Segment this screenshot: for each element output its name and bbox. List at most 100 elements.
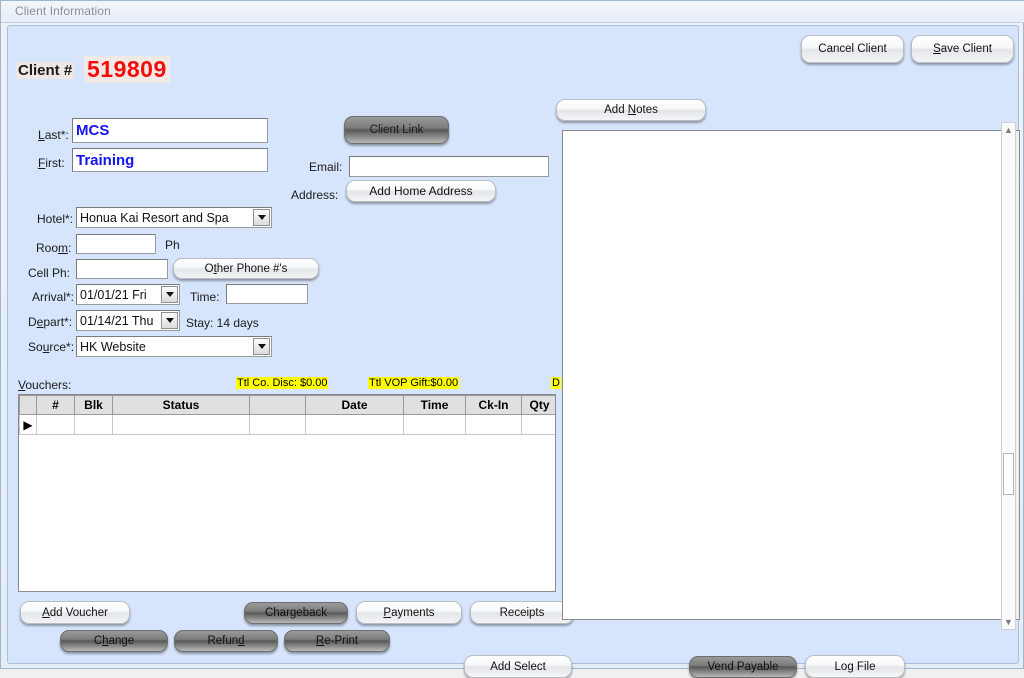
client-information-window: Client Information Client # 519809 Cance… (0, 0, 1024, 678)
hotel-value: Honua Kai Resort and Spa (80, 210, 229, 225)
ph-label: Ph (165, 238, 180, 252)
room-label: Room: (36, 241, 72, 255)
client-number-label: Client # (16, 62, 75, 79)
hotel-label: Hotel*: (37, 212, 74, 226)
email-input[interactable] (349, 156, 549, 177)
page-scroll-up-icon[interactable]: ▲ (1002, 123, 1015, 137)
cell-time[interactable] (403, 414, 466, 435)
log-file-button[interactable]: Log File (805, 655, 905, 678)
vend-payable-button[interactable]: Vend Payable (689, 656, 797, 678)
col-time[interactable]: Time (403, 395, 466, 415)
depart-date-select[interactable]: 01/14/21 Thu (76, 310, 180, 331)
add-voucher-button[interactable]: Add Voucher (20, 601, 130, 624)
client-link-button[interactable]: Client Link (344, 116, 449, 144)
change-button[interactable]: Change (60, 630, 168, 652)
total-co-disc: Ttl Co. Disc: $0.00 (236, 377, 329, 389)
cell-blk[interactable] (74, 414, 113, 435)
table-header-row: # Blk Status Date Time Ck-In Qty (19, 395, 555, 415)
row-marker-icon: ▶ (19, 414, 37, 435)
col-blank[interactable] (249, 395, 306, 415)
hotel-select[interactable]: Honua Kai Resort and Spa (76, 207, 272, 228)
window-titlebar: Client Information (1, 1, 1024, 23)
other-phone-button[interactable]: Other Phone #'s (173, 258, 319, 279)
page-scroll-down-icon[interactable]: ▼ (1002, 615, 1015, 629)
vouchers-table: # Blk Status Date Time Ck-In Qty ▶ (19, 395, 555, 435)
last-name-input[interactable] (72, 118, 268, 143)
client-form-panel: Client # 519809 Cancel Client Save Clien… (7, 25, 1020, 678)
table-row[interactable]: ▶ (19, 414, 555, 435)
change-label: Change (93, 635, 135, 647)
arrival-date-select[interactable]: 01/01/21 Fri (76, 284, 180, 305)
time-label: Time: (190, 290, 220, 304)
chevron-down-icon[interactable] (161, 286, 178, 303)
chargeback-button[interactable]: Chargeback (244, 602, 348, 624)
cell-date[interactable] (305, 414, 404, 435)
page-scrollbar[interactable]: ▲ ▼ (1001, 122, 1016, 630)
receipts-button[interactable]: Receipts (470, 601, 574, 624)
add-select-label: Add Select (490, 660, 546, 673)
reprint-button[interactable]: Re-Print (284, 630, 390, 652)
add-voucher-label: Add Voucher (42, 606, 108, 619)
col-qty[interactable]: Qty (521, 395, 555, 415)
last-name-label: Last*: (38, 128, 69, 142)
add-home-address-button[interactable]: Add Home Address (346, 180, 496, 202)
room-input[interactable] (76, 234, 156, 254)
first-name-label: First: (38, 156, 65, 170)
time-input[interactable] (226, 284, 308, 304)
address-label: Address: (291, 188, 339, 202)
client-link-label: Client Link (369, 124, 424, 136)
refund-label: Refund (207, 635, 245, 647)
stay-duration-text: Stay: 14 days (186, 316, 259, 330)
depart-date-value: 01/14/21 Thu (80, 313, 154, 328)
save-client-label: Save Client (933, 43, 992, 55)
receipts-label: Receipts (499, 606, 545, 619)
cell-blank[interactable] (249, 414, 306, 435)
other-phone-label: Other Phone #'s (204, 262, 288, 275)
cell-status[interactable] (112, 414, 250, 435)
vouchers-label: Vouchers: (18, 378, 72, 392)
email-label: Email: (309, 160, 343, 174)
first-name-input[interactable] (72, 148, 268, 172)
add-notes-label: Add Notes (604, 104, 658, 116)
total-third-clipped: D (551, 377, 561, 389)
source-label: Source*: (28, 340, 75, 354)
save-client-button[interactable]: Save Client (911, 35, 1014, 63)
window-title: Client Information (15, 4, 111, 18)
chevron-down-icon[interactable] (161, 312, 178, 329)
arrival-label: Arrival*: (32, 290, 75, 304)
total-vop-gift: Ttl VOP Gift:$0.00 (368, 377, 460, 389)
depart-label: Depart*: (28, 315, 73, 329)
notes-panel[interactable]: ▲ ▼ (562, 130, 1020, 620)
payments-button[interactable]: Payments (356, 601, 462, 624)
refund-button[interactable]: Refund (174, 630, 278, 652)
col-status[interactable]: Status (112, 395, 250, 415)
source-select[interactable]: HK Website (76, 336, 272, 357)
cell-qty[interactable] (521, 414, 555, 435)
col-blk[interactable]: Blk (74, 395, 113, 415)
col-ckin[interactable]: Ck-In (465, 395, 522, 415)
add-select-button[interactable]: Add Select (464, 655, 572, 678)
cell-phone-input[interactable] (76, 259, 168, 279)
cancel-client-button[interactable]: Cancel Client (801, 35, 904, 63)
vend-payable-label: Vend Payable (707, 661, 779, 673)
chevron-down-icon[interactable] (253, 209, 270, 226)
cell-ckin[interactable] (465, 414, 522, 435)
col-date[interactable]: Date (305, 395, 404, 415)
page-scroll-thumb[interactable] (1003, 453, 1014, 495)
notes-textarea[interactable] (563, 131, 1002, 619)
client-number-value: 519809 (84, 56, 170, 83)
add-notes-button[interactable]: Add Notes (556, 99, 706, 121)
chevron-down-icon[interactable] (253, 338, 270, 355)
vouchers-grid[interactable]: # Blk Status Date Time Ck-In Qty ▶ (18, 394, 556, 592)
col-num[interactable]: # (36, 395, 75, 415)
log-file-label: Log File (834, 660, 876, 673)
arrival-date-value: 01/01/21 Fri (80, 287, 147, 302)
add-home-address-label: Add Home Address (369, 184, 473, 198)
col-marker (19, 395, 37, 415)
cancel-client-label: Cancel Client (818, 43, 887, 55)
chargeback-label: Chargeback (264, 607, 327, 619)
cell-phone-label: Cell Ph: (28, 266, 71, 280)
reprint-label: Re-Print (315, 635, 359, 647)
source-value: HK Website (80, 339, 146, 354)
cell-num[interactable] (36, 414, 75, 435)
